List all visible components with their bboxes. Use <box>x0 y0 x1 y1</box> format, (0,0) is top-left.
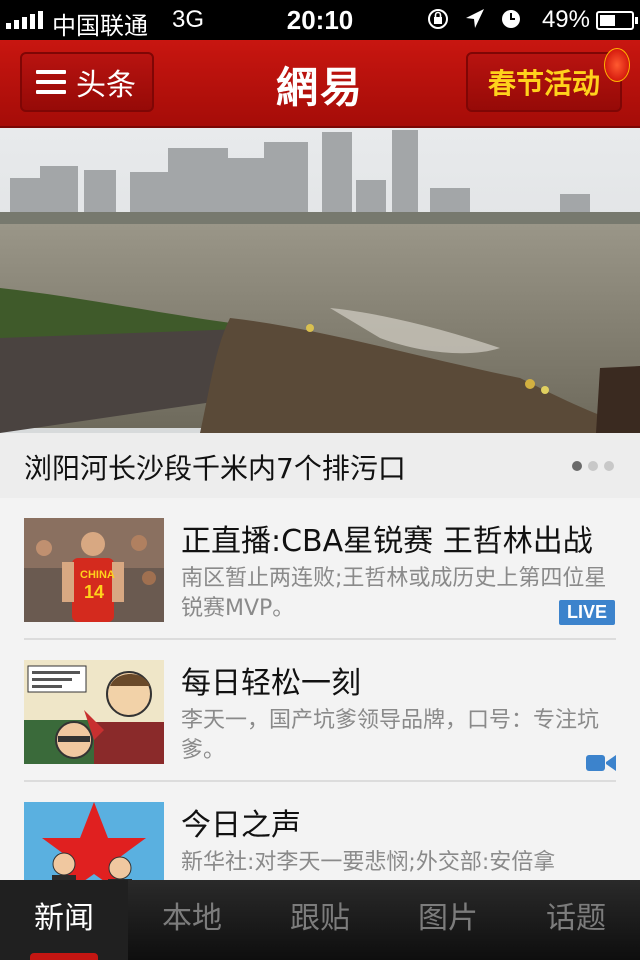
spring-festival-event-button[interactable]: 春节活动 <box>466 48 630 112</box>
alarm-icon <box>500 7 522 37</box>
news-title: 正直播:CBA星锐赛 王哲林出战 <box>181 524 593 559</box>
svg-text:CHINA: CHINA <box>80 569 115 581</box>
top-nav-bar: 头条 網易 春节活动 <box>0 40 640 128</box>
page-dot <box>604 461 614 471</box>
tab-photos[interactable]: 图片 <box>384 880 512 960</box>
hero-photo <box>0 128 640 433</box>
news-title: 每日轻松一刻 <box>181 666 361 701</box>
tab-news[interactable]: 新闻 <box>0 880 128 960</box>
location-icon <box>464 7 486 37</box>
news-thumbnail <box>24 660 164 764</box>
tab-comments[interactable]: 跟贴 <box>256 880 384 960</box>
status-bar: 中国联通 3G 20:10 49% <box>0 0 640 40</box>
rotation-lock-icon <box>426 7 450 37</box>
page-dot <box>588 461 598 471</box>
news-item[interactable]: 每日轻松一刻 李天一，国产坑爹领导品牌，口号：专注坑爹。 <box>0 640 640 782</box>
hero-headline[interactable]: 浏阳河长沙段千米内7个排污口 <box>24 447 406 487</box>
lantern-icon <box>604 48 630 82</box>
news-title: 今日之声 <box>181 808 301 843</box>
tab-topics[interactable]: 话题 <box>512 880 640 960</box>
page-dot <box>572 461 582 471</box>
video-camera-icon <box>586 752 616 778</box>
live-badge: LIVE <box>558 600 615 625</box>
news-item[interactable]: CHINA 14 正直播:CBA星锐赛 王哲林出战 南区暂止两连败;王哲林或成历… <box>0 498 640 640</box>
news-thumbnail: CHINA 14 <box>24 518 164 622</box>
battery-percent: 49% <box>541 6 590 33</box>
tab-local[interactable]: 本地 <box>128 880 256 960</box>
event-label: 春节活动 <box>487 68 600 99</box>
headline-carousel[interactable]: 浏阳河长沙段千米内7个排污口 <box>0 128 640 498</box>
news-summary: 新华社:对李天一要悲悯;外交部:安倍拿 <box>181 850 556 875</box>
hero-caption-bar: 浏阳河长沙段千米内7个排污口 <box>0 433 640 498</box>
bottom-tab-bar: 新闻 本地 跟贴 图片 话题 <box>0 880 640 960</box>
svg-text:14: 14 <box>84 582 104 602</box>
news-summary: 李天一，国产坑爹领导品牌，口号：专注坑爹。 <box>181 708 600 763</box>
news-summary: 南区暂止两连败;王哲林或成历史上第四位星锐赛MVP。 <box>181 566 607 621</box>
app-screen: 中国联通 3G 20:10 49% 头条 網易 春节活动 浏阳河长沙段千米内7个… <box>0 0 640 960</box>
carousel-page-indicator <box>572 461 614 471</box>
battery-icon <box>596 11 638 30</box>
